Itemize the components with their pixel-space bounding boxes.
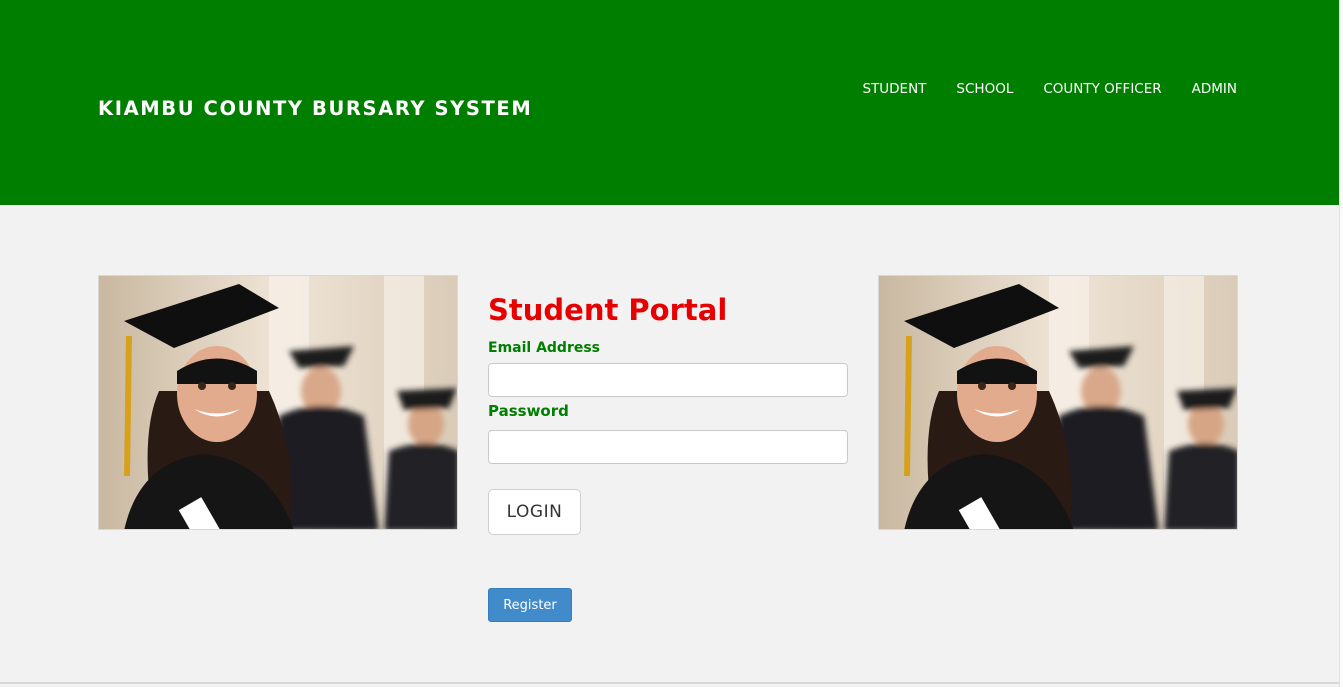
password-field[interactable] — [488, 430, 848, 464]
site-brand[interactable]: KIAMBU COUNTY BURSARY SYSTEM — [98, 97, 532, 120]
nav-admin[interactable]: ADMIN — [1192, 81, 1237, 97]
register-button[interactable]: Register — [488, 588, 572, 622]
email-field[interactable] — [488, 363, 848, 397]
nav-school[interactable]: SCHOOL — [956, 81, 1013, 97]
vertical-scrollbar[interactable] — [1339, 0, 1343, 687]
email-label: Email Address — [488, 340, 601, 356]
graduate-image — [99, 276, 457, 529]
nav-student[interactable]: STUDENT — [862, 81, 926, 97]
graduate-photo-right — [878, 275, 1238, 530]
portal-title: Student Portal — [488, 293, 728, 327]
graduate-image — [879, 276, 1237, 529]
nav-county-officer[interactable]: COUNTY OFFICER — [1043, 81, 1161, 97]
login-button[interactable]: LOGIN — [488, 489, 581, 535]
site-header: KIAMBU COUNTY BURSARY SYSTEM STUDENT SCH… — [0, 0, 1339, 205]
main-nav: STUDENT SCHOOL COUNTY OFFICER ADMIN — [862, 81, 1237, 97]
page-bottom-border — [0, 682, 1339, 684]
password-label: Password — [488, 402, 569, 420]
graduate-photo-left — [98, 275, 458, 530]
login-form: Student Portal Email Address Password LO… — [488, 293, 848, 622]
